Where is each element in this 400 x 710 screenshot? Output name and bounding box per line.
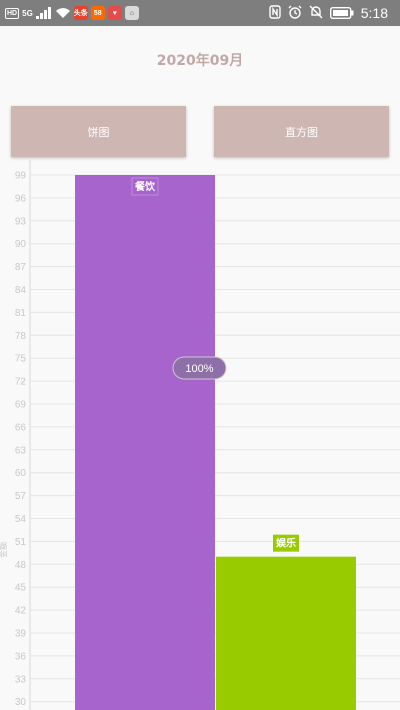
mute-bell-icon [309,4,323,23]
y-tick-label: 90 [15,239,27,250]
y-axis-label: 金额 [0,542,8,558]
y-tick-label: 81 [15,308,27,319]
y-tick-label: 87 [15,262,27,273]
app-badge-toutiao: 头条 [73,6,88,20]
tooltip-text: 100% [185,363,213,375]
pie-chart-button[interactable]: 饼图 [11,106,186,157]
bar [75,175,215,710]
bar-chart: 99 96 93 90 87 84 81 78 75 72 69 66 63 60 57 54 51 48 45 42… [0,160,400,710]
y-tick-label: 51 [15,537,27,548]
y-tick-label: 39 [15,629,27,640]
y-tick-label: 48 [15,560,27,571]
y-tick-label: 84 [15,285,27,296]
y-tick-label: 72 [15,377,27,388]
bar-data-label: 娱乐 [276,537,296,550]
clock: 5:18 [360,5,388,21]
nfc-icon [269,4,281,23]
app-badge-home: ⌂ [124,6,139,20]
wifi-icon [55,4,71,23]
network-type: 5G [22,8,33,18]
y-tick-label: 42 [15,606,27,617]
status-right: 5:18 [269,3,388,23]
status-bar: HD 5G 头条 58 ♥ ⌂ 5:18 [0,0,400,26]
y-tick-label: 96 [15,193,27,204]
y-tick-label: 66 [15,422,27,433]
y-tick-label: 60 [15,468,27,479]
bar [216,556,356,710]
app-badge-58: 58 [90,6,105,20]
y-tick-label: 75 [15,354,27,365]
y-tick-label: 45 [15,583,27,594]
y-tick-label: 99 [15,171,27,182]
app-badge-health: ♥ [107,6,122,20]
y-tick-label: 54 [15,514,27,525]
hd-icon: HD [5,7,20,19]
y-tick-label: 63 [15,445,27,456]
y-tick-label: 93 [15,216,27,227]
y-tick-label: 78 [15,331,27,342]
y-tick-label: 36 [15,651,27,662]
status-left: HD 5G 头条 58 ♥ ⌂ [5,4,139,22]
page-title: 2020年09月 [156,53,244,69]
y-tick-label: 57 [15,491,27,502]
bar-data-label: 餐饮 [134,180,156,193]
bar-chart-button[interactable]: 直方图 [214,106,389,157]
y-tick-label: 33 [15,674,27,685]
y-tick-label: 69 [15,400,27,411]
alarm-icon [288,4,302,23]
signal-icon [35,4,52,23]
y-tick-label: 30 [15,697,27,708]
battery-icon [329,4,354,23]
